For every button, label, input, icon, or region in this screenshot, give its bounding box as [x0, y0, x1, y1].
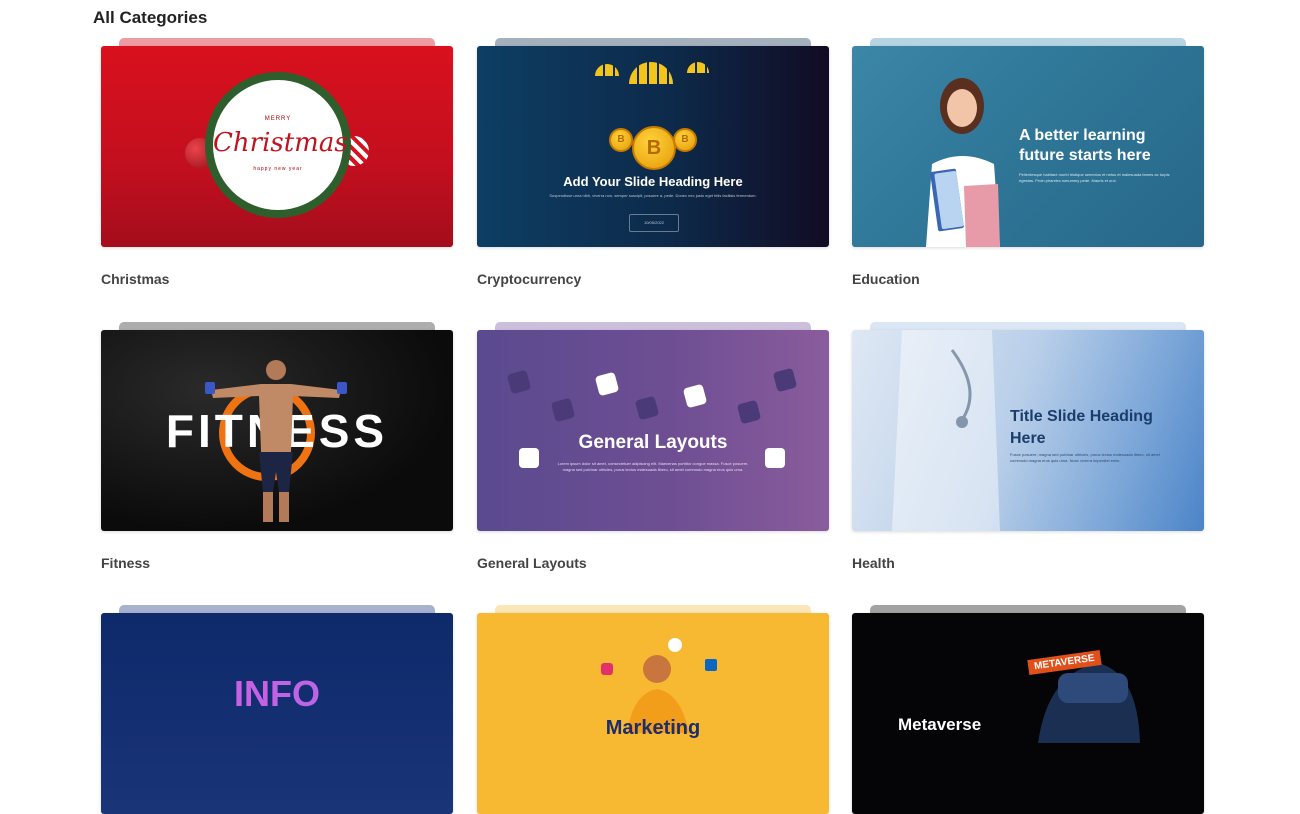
thumb-heading: Metaverse: [898, 715, 982, 734]
category-thumbnail[interactable]: INFO: [101, 613, 453, 814]
thumb-body: Lorem ipsum dolor sit amet, consectetuer…: [557, 461, 749, 472]
category-thumbnail[interactable]: Marketing: [477, 613, 829, 814]
layout-icon: [772, 367, 798, 393]
category-card-cryptocurrency[interactable]: B B B Add Your Slide Heading Here Suspen…: [477, 38, 829, 287]
thumb-heading: Title Slide Heading Here: [1010, 408, 1153, 447]
layout-icon: [506, 369, 532, 395]
thumb-heading: INFO: [101, 673, 453, 715]
layout-icon: [682, 383, 708, 409]
layout-icon: [736, 399, 762, 425]
student-photo: [926, 78, 1000, 247]
category-card-education[interactable]: A better learning future starts here Pel…: [852, 38, 1204, 287]
category-card-infographics[interactable]: INFO: [101, 605, 453, 814]
category-label[interactable]: Education: [852, 271, 920, 287]
bitcoin-coin-icon: B: [673, 128, 697, 152]
thumb-body: Fusce posuere, magna sed pulvinar ultric…: [1010, 452, 1160, 463]
category-card-general-layouts[interactable]: General Layouts Lorem ipsum dolor sit am…: [477, 322, 829, 571]
thumb-heading: Add Your Slide Heading Here: [563, 174, 743, 189]
thumb-date: 10/05/2022: [629, 214, 679, 232]
category-label[interactable]: Fitness: [101, 555, 150, 571]
thumb-heading: General Layouts: [578, 432, 728, 453]
category-thumbnail[interactable]: General Layouts Lorem ipsum dolor sit am…: [477, 330, 829, 531]
category-label[interactable]: Cryptocurrency: [477, 271, 581, 287]
thumb-heading: Christmas: [213, 128, 348, 158]
parachute-icon: [629, 62, 673, 84]
thumb-body: Pellentesque habitant morbi tristique se…: [1019, 172, 1170, 183]
bitcoin-coin-icon: B: [632, 126, 676, 170]
category-card-christmas[interactable]: MERRY Christmas happy new year Christmas: [101, 38, 453, 287]
parachute-icon: [687, 62, 709, 73]
category-card-fitness[interactable]: FITNESS Fitness: [101, 322, 453, 571]
layout-icon: [550, 397, 576, 423]
thumb-heading: A better learning future starts here: [1019, 127, 1151, 164]
layout-icon: [634, 395, 660, 421]
thumb-heading: Marketing: [605, 717, 701, 739]
category-thumbnail[interactable]: METAVERSE Metaverse: [852, 613, 1204, 814]
category-thumbnail[interactable]: FITNESS: [101, 330, 453, 531]
category-thumbnail[interactable]: A better learning future starts here Pel…: [852, 46, 1204, 247]
thumb-subtitle: happy new year: [253, 166, 303, 172]
category-card-marketing[interactable]: Marketing: [477, 605, 829, 814]
athlete-photo: [205, 360, 347, 522]
parachute-icon: [595, 64, 619, 76]
category-label[interactable]: General Layouts: [477, 555, 587, 571]
thumb-body: Suspendisse urna nibh, viverra non, semp…: [549, 193, 757, 198]
bitcoin-coin-icon: B: [609, 128, 633, 152]
category-label[interactable]: Health: [852, 555, 895, 571]
category-thumbnail[interactable]: Title Slide Heading Here Fusce posuere, …: [852, 330, 1204, 531]
doctor-photo: [892, 330, 1000, 531]
category-card-health[interactable]: Title Slide Heading Here Fusce posuere, …: [852, 322, 1204, 571]
category-thumbnail[interactable]: MERRY Christmas happy new year: [101, 46, 453, 247]
category-card-metaverse[interactable]: METAVERSE Metaverse: [852, 605, 1204, 814]
category-thumbnail[interactable]: B B B Add Your Slide Heading Here Suspen…: [477, 46, 829, 247]
layout-icon: [594, 371, 620, 397]
page-title: All Categories: [93, 8, 208, 27]
thumb-small-text: MERRY: [264, 116, 292, 122]
category-label[interactable]: Christmas: [101, 271, 169, 287]
